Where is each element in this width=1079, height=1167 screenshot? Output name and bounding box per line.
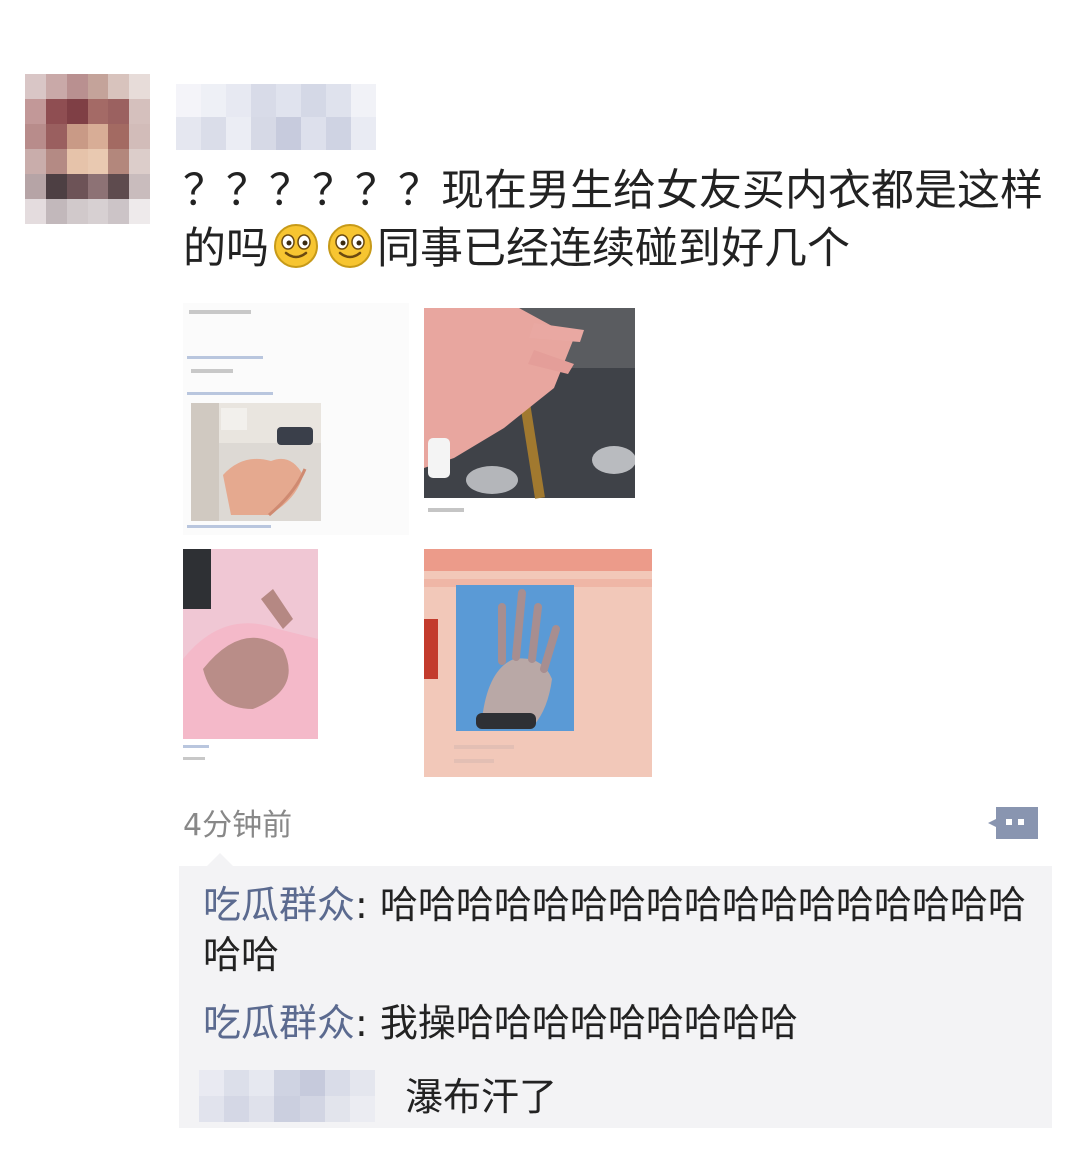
comment-2[interactable]: 吃瓜群众: 我操哈哈哈哈哈哈哈哈哈 [203,998,1033,1048]
comment-text: 瀑布汗了 [405,1075,558,1119]
comment-section: 吃瓜群众: 哈哈哈哈哈哈哈哈哈哈哈哈哈哈哈哈哈哈哈 吃瓜群众: 我操哈哈哈哈哈哈… [179,853,1052,1128]
smile-emoji-icon [328,224,372,268]
screenshot-hand-photo-icon [424,549,652,777]
comment-separator: : [355,883,380,927]
comment-action-icon[interactable] [986,803,1040,841]
username-blurred[interactable] [176,84,376,150]
avatar[interactable] [25,74,150,224]
post-text-part2: 同事已经连续碰到好几个 [377,224,850,274]
comment-1[interactable]: 吃瓜群众: 哈哈哈哈哈哈哈哈哈哈哈哈哈哈哈哈哈哈哈 [203,880,1033,980]
post-text: ？？？？？？现在男生给女友买内衣都是这样的吗 同事已经连续碰到好几个 [183,162,1053,278]
post-image-3[interactable] [183,549,409,775]
post-timestamp: 4分钟前 [183,808,293,843]
screenshot-hand-photo-icon [183,303,409,535]
commenter-name[interactable]: 吃瓜群众 [203,883,355,927]
hand-photo-icon [424,308,635,535]
post-image-4[interactable] [424,549,652,777]
smile-emoji-icon [274,224,318,268]
comment-separator: : [355,1001,380,1045]
comment-3[interactable]: 瀑布汗了 [405,1072,1005,1122]
commenter-name[interactable]: 吃瓜群众 [203,1001,355,1045]
commenter-name-blurred[interactable] [199,1070,375,1122]
post-image-2[interactable] [424,308,635,535]
hand-photo-icon [183,549,409,775]
post-image-1[interactable] [183,303,409,535]
comment-text: 我操哈哈哈哈哈哈哈哈哈 [379,1001,798,1045]
